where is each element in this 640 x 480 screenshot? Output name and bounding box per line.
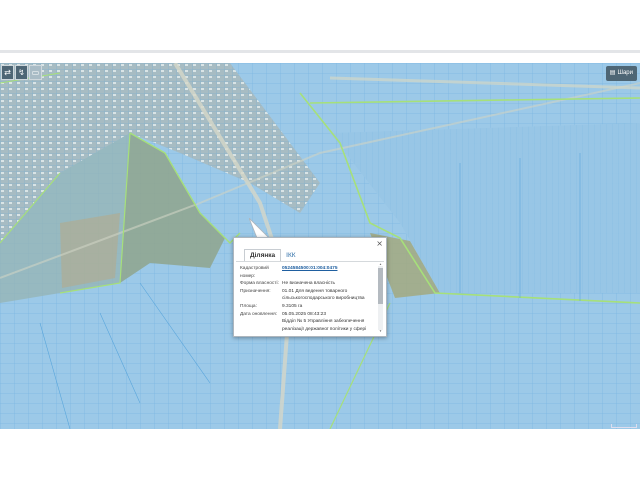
scroll-up-icon[interactable]: ▲ [378, 263, 383, 266]
measure-icon[interactable]: ↯ [15, 65, 28, 80]
field-value: 9.3105 га [282, 303, 303, 309]
tab-parcel[interactable]: Ділянка [244, 249, 282, 261]
popup-tabs: Ділянка ІКК [244, 249, 301, 261]
field-cadastral-number: Кадастровий номер: 0524584500:01:004:047… [240, 265, 376, 280]
parcel-fields: Кадастровий номер: 0524584500:01:004:047… [240, 265, 376, 331]
cadastral-number-link[interactable]: 0524584500:01:004:0475 [282, 265, 376, 280]
parcel-info-popup: × Ділянка ІКК Кадастровий номер: 0524584… [233, 237, 387, 337]
field-label: Дата оновлення: [240, 311, 278, 317]
field-ownership: Форма власності: Не визначена власність [240, 280, 376, 288]
pan-icon[interactable]: ⇄ [1, 65, 14, 80]
scroll-down-icon[interactable]: ▼ [378, 330, 383, 333]
layers-button[interactable]: ▤ Шари [605, 66, 637, 81]
field-value: 05.05.2025 08:43:23 [282, 311, 327, 317]
page-header-divider [0, 50, 640, 53]
field-registrar: Відділ № 5 Управління забезпечення реалі… [240, 318, 376, 331]
scale-bar [611, 424, 637, 428]
map-toolbar: ⇄ ↯ ▭ [1, 65, 42, 80]
field-value: Не визначена власність [282, 281, 336, 287]
field-area: Площа: 9.3105 га [240, 303, 376, 311]
tab-ikk[interactable]: ІКК [281, 250, 300, 261]
ruler-icon[interactable]: ▭ [29, 65, 42, 80]
field-purpose: Призначення: 01.01 Для ведення товарного… [240, 288, 376, 303]
field-update-date: Дата оновлення: 05.05.2025 08:43:23 [240, 311, 376, 319]
layers-button-label: Шари [617, 70, 633, 76]
scrollbar-thumb[interactable] [378, 268, 383, 304]
field-label: Форма власності: [240, 281, 279, 287]
field-label: Призначення: [240, 288, 271, 294]
field-value: 01.01 Для ведення товарного сільськогосп… [282, 288, 365, 302]
field-value: Відділ № 5 Управління забезпечення реалі… [282, 319, 367, 331]
field-label [240, 318, 282, 331]
field-label: Площа: [240, 303, 257, 309]
layers-icon: ▤ [609, 70, 616, 76]
tab-divider [236, 261, 384, 262]
field-label: Кадастровий номер: [240, 266, 269, 279]
popup-scrollbar[interactable]: ▲ ▼ [378, 263, 383, 333]
close-icon[interactable]: × [376, 240, 383, 248]
